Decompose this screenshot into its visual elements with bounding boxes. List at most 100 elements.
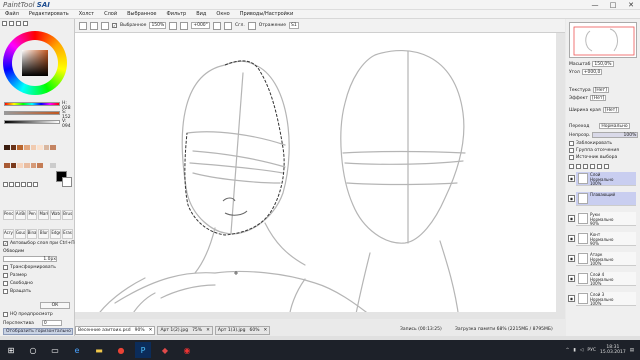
select-tool-icon[interactable] — [79, 21, 87, 30]
tool-pencil[interactable]: Pencil — [3, 210, 14, 220]
color-swatch[interactable] — [17, 145, 23, 150]
auto-select-checkbox[interactable]: ✓ — [3, 241, 8, 246]
menu-view[interactable]: Вид — [191, 11, 211, 17]
delete-layer-icon[interactable] — [604, 164, 609, 169]
selection-checkbox[interactable]: ✓ — [112, 23, 117, 28]
clock[interactable]: 18:31 15.03.2017 — [600, 345, 626, 355]
color-swatch[interactable] — [50, 145, 56, 150]
rotate-left-icon[interactable] — [212, 21, 221, 30]
flip-horizontal-button[interactable]: Отобразить горизонтально — [3, 328, 73, 335]
layer-row[interactable]: Слой 3 Нормально 100% — [576, 292, 636, 306]
layer-visibility-icon[interactable]: ◉ — [568, 175, 575, 182]
layer-visibility-icon[interactable]: ◉ — [568, 295, 575, 302]
vertical-scrollbar[interactable] — [556, 33, 565, 319]
hsv-slider-toggle[interactable] — [16, 21, 21, 26]
close-button[interactable]: ✕ — [622, 0, 640, 10]
menu-layer[interactable]: Слой — [99, 11, 122, 17]
rotate-option[interactable]: Вращать — [3, 289, 31, 294]
zoom-out-icon[interactable] — [180, 21, 189, 30]
transform-radio[interactable] — [3, 265, 8, 270]
tool-pen[interactable]: Pen — [26, 210, 38, 220]
nav-zoom-field[interactable]: 150,0% — [592, 61, 614, 67]
rotate-radio[interactable] — [3, 289, 8, 294]
tool-gouache[interactable]: Gouache — [14, 228, 26, 239]
source-checkbox[interactable] — [569, 155, 574, 160]
document-tab[interactable]: Арт 1(3).jpg 60% ✕ — [214, 326, 271, 335]
texture-field[interactable]: [Нет] — [592, 87, 609, 93]
photoshop-icon[interactable]: P — [135, 342, 151, 358]
lock-checkbox[interactable] — [569, 141, 574, 146]
menu-selection[interactable]: Выбранное — [122, 11, 161, 17]
zoom-field[interactable]: 150% — [149, 22, 167, 29]
background-color[interactable] — [62, 177, 72, 187]
effect-field[interactable]: [Нет] — [589, 95, 607, 101]
invert-icon[interactable] — [101, 21, 109, 30]
menu-edit[interactable]: Редактировать — [24, 11, 74, 17]
color-wheel-toggle[interactable] — [2, 21, 7, 26]
search-icon[interactable]: ○ — [25, 342, 41, 358]
copy-layer-icon[interactable] — [590, 164, 595, 169]
document-tab[interactable]: Арт 1(2).jpg 75% ✕ — [157, 326, 213, 335]
minimize-button[interactable]: — — [586, 0, 604, 10]
color-swatch[interactable] — [23, 162, 30, 168]
lasso-icon[interactable] — [3, 182, 8, 187]
merge-layer-icon[interactable] — [597, 164, 602, 169]
notification-icon[interactable]: ▤ — [630, 348, 634, 353]
palette-toggle[interactable] — [23, 21, 28, 26]
clip-checkbox[interactable] — [569, 148, 574, 153]
angle-field[interactable]: +000° — [191, 22, 210, 29]
color-swatch[interactable] — [17, 162, 23, 168]
transform-option[interactable]: Трансформировать — [3, 265, 56, 270]
layer-visibility-icon[interactable]: ◉ — [568, 195, 575, 202]
zoom-in-icon[interactable] — [169, 21, 178, 30]
tool-airbrush[interactable]: AirBr — [14, 210, 26, 220]
hq-checkbox[interactable] — [3, 312, 8, 317]
edge-field[interactable]: [Нет] — [602, 107, 619, 113]
color-swatch[interactable] — [4, 145, 10, 150]
rotate-icon[interactable] — [21, 182, 26, 187]
volume-icon[interactable]: ◁ — [580, 348, 583, 353]
ok-button[interactable]: ОК — [40, 302, 70, 309]
explorer-icon[interactable]: ▬ — [91, 342, 107, 358]
color-swatch[interactable] — [37, 145, 43, 150]
tool-marker[interactable]: Marker — [38, 210, 50, 220]
perspective-field[interactable]: 0 — [41, 320, 62, 326]
tool-water[interactable]: Water — [50, 210, 62, 220]
hue-slider[interactable] — [4, 102, 60, 106]
network-icon[interactable]: ▮ — [573, 348, 575, 353]
tab-close-icon[interactable]: ✕ — [149, 327, 153, 334]
tab-close-icon[interactable]: ✕ — [264, 327, 268, 334]
new-folder-icon[interactable] — [583, 164, 588, 169]
tool-blur[interactable]: Blur — [38, 228, 50, 239]
stroke-width-field[interactable]: 1.0px — [3, 256, 57, 262]
free-radio[interactable] — [3, 281, 8, 286]
eyedropper-icon[interactable] — [33, 182, 38, 187]
edge-browser-icon[interactable]: e — [69, 342, 85, 358]
chrome-icon[interactable]: ● — [113, 342, 129, 358]
layer-visibility-icon[interactable]: ◉ — [568, 235, 575, 242]
tool-edge[interactable]: Edge — [50, 228, 62, 239]
navigator-preview[interactable] — [569, 22, 637, 58]
layer-visibility-icon[interactable]: ◉ — [568, 255, 575, 262]
color-swatch[interactable] — [30, 145, 37, 150]
start-icon[interactable]: ⊞ — [3, 342, 19, 358]
layer-row[interactable]: Плавающий — [576, 192, 636, 206]
tab-close-icon[interactable]: ✕ — [206, 327, 210, 334]
color-swatch[interactable] — [37, 162, 43, 168]
color-swatch[interactable] — [10, 145, 17, 150]
new-linework-icon[interactable] — [576, 164, 581, 169]
menu-window[interactable]: Окно — [211, 11, 234, 17]
menu-canvas[interactable]: Холст — [74, 11, 99, 17]
stabilizer-field[interactable]: S1 — [289, 22, 299, 29]
free-option[interactable]: Свободно — [3, 281, 33, 286]
tool-acrylic[interactable]: Acrylic — [3, 228, 14, 239]
color-swatch[interactable] — [4, 162, 10, 168]
lock-option[interactable]: Заблокировать — [569, 141, 612, 146]
opacity-slider[interactable]: 100% — [592, 132, 639, 138]
deselect-icon[interactable] — [90, 21, 98, 30]
tool-eraser[interactable]: Eraser — [62, 228, 73, 239]
tray-arrow-icon[interactable]: ^ — [566, 348, 570, 353]
tool-brush[interactable]: Brush — [62, 210, 73, 220]
layer-row[interactable]: Cлой 4 Нормально 100% — [576, 272, 636, 286]
hand-icon[interactable] — [27, 182, 32, 187]
